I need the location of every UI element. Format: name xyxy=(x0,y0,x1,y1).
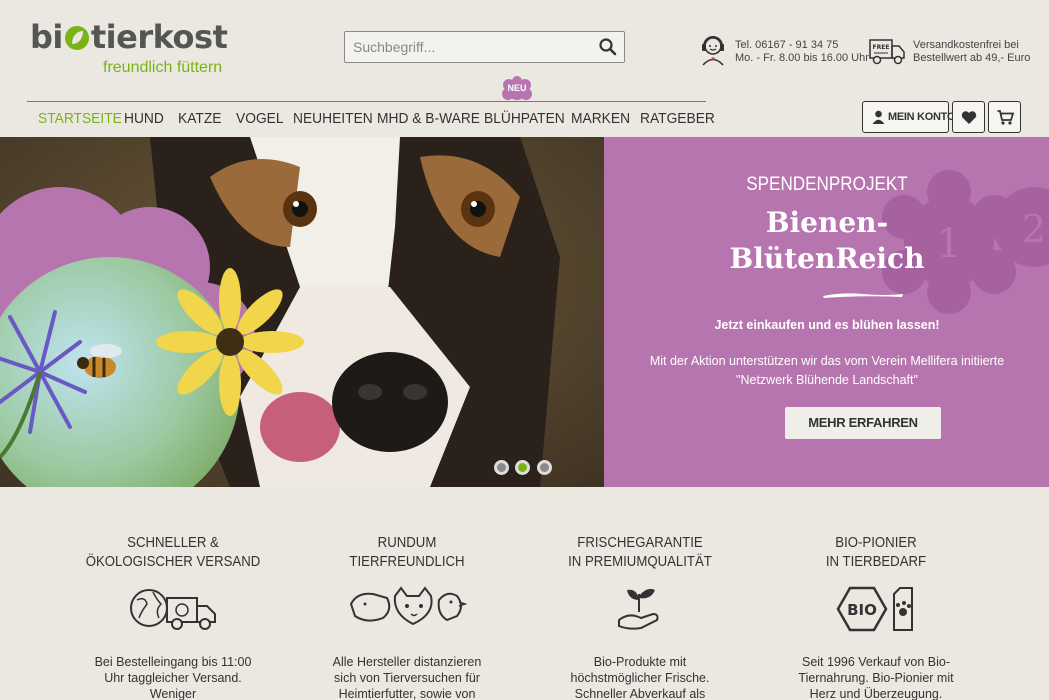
bio-seal-icon: BIO xyxy=(836,586,913,632)
cart-button[interactable] xyxy=(988,101,1021,133)
search-box xyxy=(344,31,625,63)
shipping-line-2: Bestellwert ab 49,- Euro xyxy=(913,52,1031,64)
free-badge-text: FREE xyxy=(873,44,890,51)
nav-item-ratgeber[interactable]: RATGEBER xyxy=(640,110,715,127)
logo-wordmark: bi tierkost xyxy=(30,18,228,56)
new-badge: NEU xyxy=(500,76,534,102)
promo-description: Mit der Aktion unterstützen wir das vom … xyxy=(604,352,1049,390)
nav-item-katze[interactable]: KATZE xyxy=(178,110,221,127)
logo-tagline: freundlich füttern xyxy=(103,59,223,76)
feature-title: BIO-PIONIER IN TIERBEDARF xyxy=(779,533,973,571)
feature-shipping: SCHNELLER & ÖKOLOGISCHER VERSAND Bei Bes… xyxy=(63,533,283,700)
more-info-button[interactable]: MEHR ERFAHREN xyxy=(785,407,941,439)
hero-promo-panel: 1 2 SPENDENPROJEKT Bienen- BlütenReich J… xyxy=(604,137,1049,487)
promo-lead: Jetzt einkaufen und es blühen lassen! xyxy=(714,318,940,332)
feature-title-line-1: RUNDUM xyxy=(377,534,437,551)
feature-animal-friendly: RUNDUM TIERFREUNDLICH Alle Hersteller di… xyxy=(297,533,517,700)
slider-dot-3[interactable] xyxy=(537,460,552,475)
site-logo[interactable]: bi tierkost freundlich füttern xyxy=(30,18,240,80)
promo-title-line-2: BlütenReich xyxy=(729,242,925,275)
feature-title-line-1: FRISCHEGARANTIE xyxy=(577,534,703,551)
shipping-text: Versandkostenfrei bei Bestellwert ab 49,… xyxy=(913,39,1030,65)
feature-title-line-2: ÖKOLOGISCHER VERSAND xyxy=(85,553,261,570)
pets-group-icon xyxy=(349,586,467,626)
nav-item-vogel[interactable]: VOGEL xyxy=(236,110,284,127)
feature-title: SCHNELLER & ÖKOLOGISCHER VERSAND xyxy=(76,533,270,571)
main-navigation: STARTSEITE HUND KATZE VOGEL NEUHEITEN MH… xyxy=(27,76,715,137)
nav-item-hund[interactable]: HUND xyxy=(124,110,164,127)
promo-title-line-1: Bienen- xyxy=(765,206,889,239)
feature-text: Seit 1996 Verkauf von Bio-Tiernahrung. B… xyxy=(798,655,954,700)
user-icon xyxy=(872,110,885,124)
search-icon[interactable] xyxy=(598,37,618,57)
feature-text: Bio-Produkte mit höchstmöglicher Frische… xyxy=(570,655,710,700)
dog-illustration xyxy=(0,137,604,487)
leaf-logo-icon xyxy=(64,26,89,50)
feature-title: FRISCHEGARANTIE IN PREMIUMQUALITÄT xyxy=(543,533,737,571)
nav-item-neuheiten[interactable]: NEUHEITEN xyxy=(293,110,373,127)
feature-title-line-1: BIO-PIONIER xyxy=(835,534,917,551)
nav-item-startseite[interactable]: STARTSEITE xyxy=(38,110,122,127)
slider-dots xyxy=(494,460,554,476)
promo-kicker: SPENDENPROJEKT xyxy=(746,174,908,195)
shipping-line-1: Versandkostenfrei bei xyxy=(913,39,1019,51)
feature-title-line-2: TIERFREUNDLICH xyxy=(349,553,465,570)
feature-title: RUNDUM TIERFREUNDLICH xyxy=(310,533,504,571)
hero-slider: 1 2 SPENDENPROJEKT Bienen- BlütenReich J… xyxy=(0,137,1049,487)
hand-with-sprout-icon xyxy=(618,588,659,630)
heart-icon xyxy=(961,111,977,124)
feature-title-line-2: IN TIERBEDARF xyxy=(825,553,927,570)
feature-bio-pioneer: BIO-PIONIER IN TIERBEDARF BIO Seit 1996 … xyxy=(766,533,986,700)
contact-phone[interactable]: Tel. 06167 - 91 34 75 xyxy=(735,39,869,52)
eco-delivery-icon xyxy=(130,589,216,630)
feature-title-line-2: IN PREMIUMQUALITÄT xyxy=(568,553,712,570)
slider-dot-2[interactable] xyxy=(515,460,530,475)
shopping-cart-icon xyxy=(997,110,1014,125)
site-header: bitierkost freundlich füttern Tel. 06167… xyxy=(0,0,1049,137)
contact-hours: Mo. - Fr. 8.00 bis 16.00 Uhr xyxy=(735,52,869,64)
bio-seal-text: BIO xyxy=(847,601,877,619)
delivery-truck-icon: FREE xyxy=(869,39,905,65)
slider-dot-1[interactable] xyxy=(494,460,509,475)
support-headset-icon xyxy=(702,36,724,66)
account-button-label: MEIN KONTO xyxy=(888,111,956,123)
feature-text: Bei Bestelleingang bis 11:00 Uhr tagglei… xyxy=(94,655,252,700)
new-badge-label: NEU xyxy=(507,83,527,93)
feature-title-line-1: SCHNELLER & xyxy=(127,534,219,551)
nav-item-marken[interactable]: MARKEN xyxy=(571,110,630,127)
brush-stroke-divider xyxy=(823,293,903,298)
search-input[interactable] xyxy=(345,32,590,62)
account-button[interactable]: MEIN KONTO xyxy=(862,101,955,133)
nav-item-bluehpaten[interactable]: BLÜHPATEN xyxy=(484,110,565,127)
feature-text: Alle Hersteller distanzieren sich von Ti… xyxy=(332,655,482,700)
feature-freshness: FRISCHEGARANTIE IN PREMIUMQUALITÄT Bio-P… xyxy=(530,533,750,700)
hero-image-dog-with-flowers[interactable] xyxy=(0,137,604,487)
promo-description-line-1: Mit der Aktion unterstützen wir das vom … xyxy=(649,354,1005,368)
usp-features: SCHNELLER & ÖKOLOGISCHER VERSAND Bei Bes… xyxy=(0,487,1049,700)
contact-text: Tel. 06167 - 91 34 75 Mo. - Fr. 8.00 bis… xyxy=(735,39,869,65)
wishlist-button[interactable] xyxy=(952,101,985,133)
nav-item-mhd-b-ware[interactable]: MHD & B-WARE xyxy=(377,110,480,127)
promo-description-line-2: "Netzwerk Blühende Landschaft" xyxy=(736,373,918,387)
promo-title: Bienen- BlütenReich xyxy=(604,205,1049,277)
